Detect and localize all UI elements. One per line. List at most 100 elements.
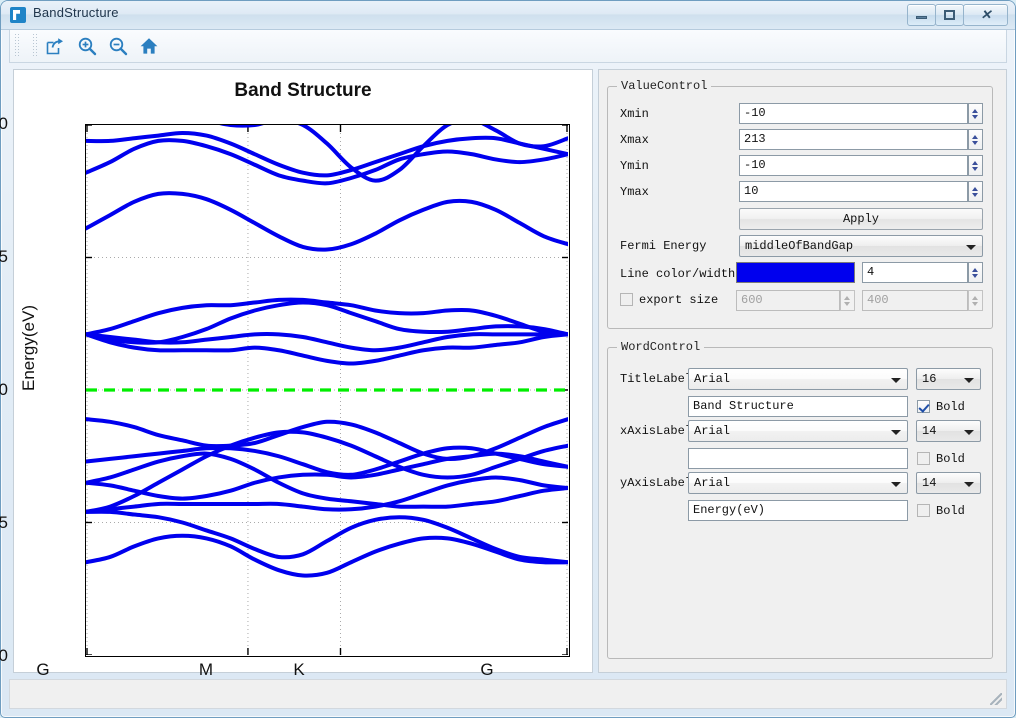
title-size-select[interactable]: 16 — [916, 368, 981, 390]
line-style-label: Line color/width — [620, 267, 735, 281]
band-curve — [86, 334, 568, 363]
x-tick-label: K — [279, 660, 319, 680]
y-axis-bold-label: Bold — [936, 504, 965, 518]
title-bar: BandStructure — [1, 1, 1015, 30]
close-button[interactable] — [963, 4, 1008, 26]
export-size-label: export size — [639, 293, 718, 307]
toolbar — [9, 30, 1007, 63]
status-bar — [9, 679, 1007, 709]
zoom-out-icon[interactable] — [105, 33, 131, 59]
y-axis-size-value: 14 — [922, 476, 936, 490]
chevron-down-icon — [964, 482, 974, 487]
chevron-down-icon — [964, 430, 974, 435]
y-axis-font-select[interactable]: Arial — [688, 472, 908, 494]
export-height-input[interactable]: 400 — [862, 290, 968, 311]
chevron-down-icon — [966, 245, 976, 250]
chevron-down-icon — [891, 482, 901, 487]
chevron-down-icon — [891, 378, 901, 383]
title-bold-checkbox[interactable] — [917, 400, 930, 413]
title-size-value: 16 — [922, 372, 936, 386]
window-title: BandStructure — [33, 5, 119, 20]
export-width-input[interactable]: 600 — [736, 290, 840, 311]
chevron-down-icon — [964, 378, 974, 383]
plot-panel[interactable]: Band Structure Energy(eV) 10 5 0 -5 -10 … — [13, 69, 593, 673]
close-icon — [980, 9, 992, 21]
y-tick-label: 5 — [0, 247, 8, 267]
export-icon[interactable] — [42, 33, 68, 59]
value-control-title: ValueControl — [617, 79, 711, 93]
y-tick-label: -5 — [0, 513, 8, 533]
title-bold-label: Bold — [936, 400, 965, 414]
toolbar-grip-2[interactable] — [32, 34, 38, 58]
minimize-icon — [916, 16, 927, 19]
toolbar-grip[interactable] — [14, 34, 20, 58]
y-tick-label: 0 — [0, 380, 8, 400]
line-width-spinner[interactable] — [968, 262, 983, 283]
x-axis-text-input[interactable] — [688, 448, 908, 469]
control-panel: ValueControl Xmin -10 Xmax 213 Ymin -10 … — [598, 69, 1007, 673]
fermi-energy-select[interactable]: middleOfBandGap — [739, 235, 983, 257]
chevron-down-icon — [891, 430, 901, 435]
x-tick-label: G — [23, 660, 63, 680]
apply-button[interactable]: Apply — [739, 208, 983, 230]
ymax-label: Ymax — [620, 185, 649, 199]
band-curve — [86, 303, 568, 343]
plot-area[interactable] — [85, 124, 570, 657]
word-control-title: WordControl — [617, 340, 704, 354]
maximize-button[interactable] — [935, 4, 964, 26]
fermi-energy-label: Fermi Energy — [620, 239, 706, 253]
minimize-button[interactable] — [907, 4, 936, 26]
export-width-spinner[interactable] — [840, 290, 855, 311]
ymin-input[interactable]: -10 — [739, 155, 968, 176]
line-width-input[interactable]: 4 — [862, 262, 968, 283]
export-height-spinner[interactable] — [968, 290, 983, 311]
xmin-label: Xmin — [620, 107, 649, 121]
x-axis-font-select[interactable]: Arial — [688, 420, 908, 442]
ymax-spinner[interactable] — [968, 181, 983, 202]
y-axis-label-label: yAxisLabel — [620, 476, 692, 490]
x-tick-label: M — [186, 660, 226, 680]
y-axis-text-input[interactable]: Energy(eV) — [688, 500, 908, 521]
band-curve — [86, 193, 568, 250]
band-structure-plot — [86, 125, 568, 655]
xmax-label: Xmax — [620, 133, 649, 147]
x-axis-bold-label: Bold — [936, 452, 965, 466]
y-axis-label: Energy(eV) — [19, 258, 39, 438]
title-font-value: Arial — [694, 372, 730, 386]
title-label-label: TitleLabel — [620, 372, 692, 386]
xmin-spinner[interactable] — [968, 103, 983, 124]
xmin-input[interactable]: -10 — [739, 103, 968, 124]
line-color-swatch[interactable] — [736, 262, 855, 283]
value-control-group: ValueControl Xmin -10 Xmax 213 Ymin -10 … — [607, 86, 993, 329]
fermi-energy-value: middleOfBandGap — [745, 239, 853, 253]
ymin-label: Ymin — [620, 159, 649, 173]
x-axis-size-value: 14 — [922, 424, 936, 438]
title-font-select[interactable]: Arial — [688, 368, 908, 390]
x-tick-label: G — [467, 660, 507, 680]
y-axis-font-value: Arial — [694, 476, 730, 490]
xmax-input[interactable]: 213 — [739, 129, 968, 150]
application-window: BandStructure — [0, 0, 1016, 718]
home-icon[interactable] — [136, 33, 162, 59]
y-axis-bold-checkbox[interactable] — [917, 504, 930, 517]
ymin-spinner[interactable] — [968, 155, 983, 176]
xmax-spinner[interactable] — [968, 129, 983, 150]
x-axis-size-select[interactable]: 14 — [916, 420, 981, 442]
zoom-in-icon[interactable] — [74, 33, 100, 59]
ymax-input[interactable]: 10 — [739, 181, 968, 202]
maximize-icon — [944, 10, 955, 20]
chart-title: Band Structure — [14, 80, 592, 102]
x-axis-bold-checkbox[interactable] — [917, 452, 930, 465]
band-curve — [86, 454, 568, 507]
word-control-group: WordControl TitleLabel Arial 16 Band Str… — [607, 347, 993, 659]
band-curve — [86, 125, 568, 181]
x-axis-label-label: xAxisLabel — [620, 424, 692, 438]
y-tick-label: 10 — [0, 114, 8, 134]
y-tick-label: -10 — [0, 646, 8, 666]
app-icon — [10, 7, 26, 23]
title-text-input[interactable]: Band Structure — [688, 396, 908, 417]
resize-grip[interactable] — [990, 693, 1002, 705]
export-size-checkbox[interactable] — [620, 293, 633, 306]
y-axis-size-select[interactable]: 14 — [916, 472, 981, 494]
x-axis-font-value: Arial — [694, 424, 730, 438]
